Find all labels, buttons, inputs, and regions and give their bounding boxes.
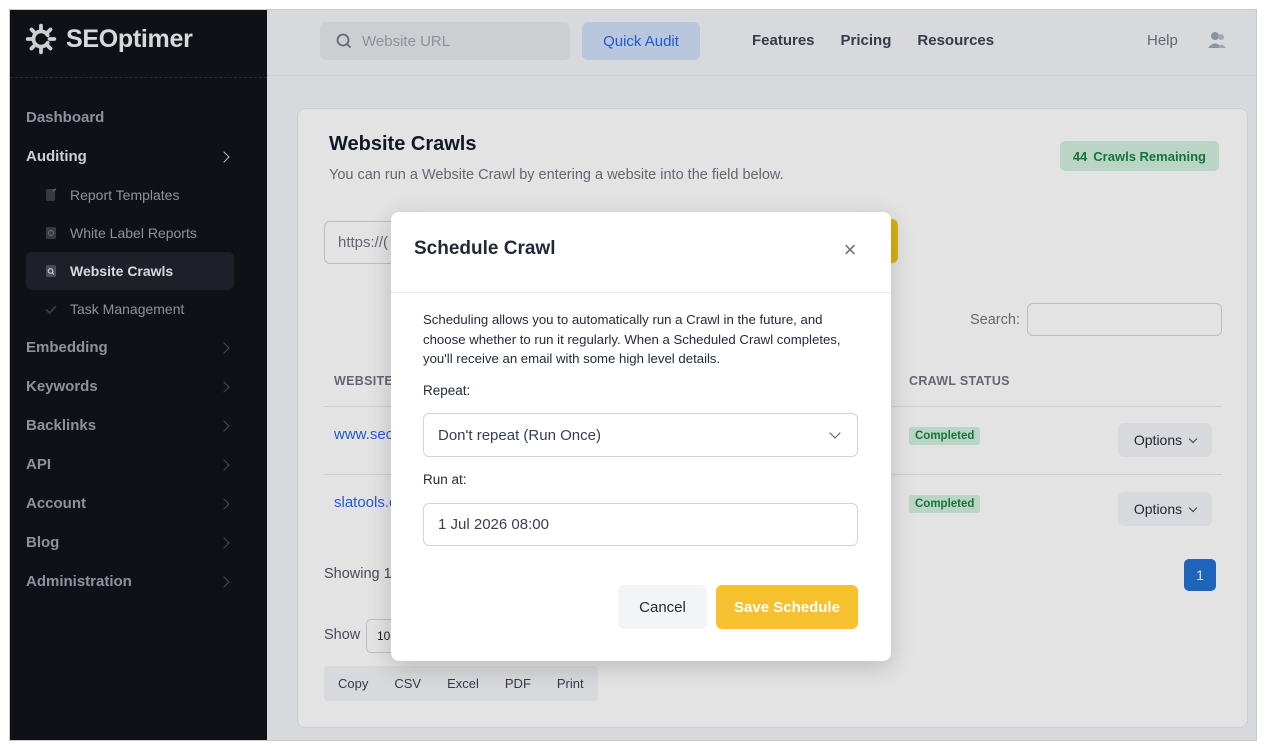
cancel-button[interactable]: Cancel (618, 585, 707, 629)
save-schedule-button[interactable]: Save Schedule (716, 585, 858, 629)
run-at-label: Run at: (423, 472, 467, 487)
close-icon[interactable]: × (842, 239, 858, 261)
repeat-select-value: Don't repeat (Run Once) (438, 426, 601, 444)
run-at-datetime-input[interactable]: 1 Jul 2026 08:00 (423, 503, 858, 546)
schedule-crawl-modal: Schedule Crawl × Scheduling allows you t… (391, 212, 891, 661)
modal-description: Scheduling allows you to automatically r… (423, 312, 841, 366)
run-at-value: 1 Jul 2026 08:00 (438, 516, 549, 533)
modal-divider (391, 292, 891, 293)
repeat-select[interactable]: Don't repeat (Run Once) (423, 413, 858, 457)
modal-title: Schedule Crawl (414, 238, 556, 259)
chevron-down-icon (829, 427, 841, 439)
app-window: SEOptimer Dashboard Auditing Report Temp… (9, 9, 1257, 741)
repeat-label: Repeat: (423, 383, 471, 398)
